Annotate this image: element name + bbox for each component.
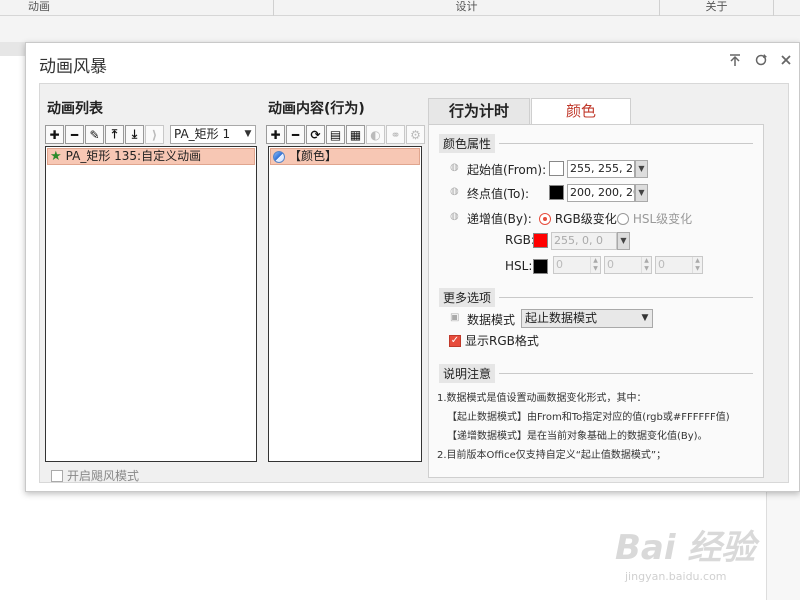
radio-selected [539, 213, 551, 225]
animation-list-toolbar: ✚ ━ ✎ ⤒ ⤓ ⟩ [45, 125, 164, 145]
chevron-down-icon: ▼ [641, 313, 649, 323]
data-mode-icon: ▣ [450, 312, 460, 323]
show-rgb-label: 显示RGB格式 [465, 334, 539, 348]
list-item[interactable]: 【颜色】 [270, 148, 420, 165]
checkbox-checked: ✓ [449, 334, 461, 347]
animation-listbox[interactable]: ★ PA_矩形 135:自定义动画 [45, 146, 257, 462]
list-item-label: PA_矩形 135:自定义动画 [65, 149, 202, 163]
hsl-l-stepper[interactable]: 0 ▲ ▼ [655, 256, 703, 274]
close-icon[interactable] [777, 53, 795, 71]
ribbon-tab-strip: 动画 设计 关于 [0, 0, 800, 16]
note-line-3: 【递增数据模式】是在当前对象基础上的数据变化值(By)。 [447, 431, 708, 442]
shape-select[interactable]: PA_矩形 1 ▼ [170, 125, 256, 144]
ribbon-tab-design[interactable]: 设计 [274, 0, 660, 16]
rgb-mode-radio[interactable]: RGB级变化 [539, 210, 617, 227]
radio-unselected [617, 213, 629, 225]
from-label: 起始值(From): [467, 163, 547, 177]
more-options-title: 更多选项 [439, 288, 496, 307]
dialog-title: 动画风暴 [39, 57, 107, 77]
rgb-label: RGB: [505, 233, 535, 247]
spin-arrows-icon: ▲ ▼ [590, 257, 600, 273]
eye-icon: ◍ [450, 162, 459, 173]
refresh-icon[interactable] [752, 53, 770, 71]
from-value-field[interactable]: 255, 255, 255 [567, 160, 635, 178]
by-label: 递增值(By): [467, 212, 532, 226]
list-item[interactable]: ★ PA_矩形 135:自定义动画 [47, 148, 255, 165]
to-color-swatch[interactable] [549, 185, 564, 200]
hsl-mode-label: HSL级变化 [632, 212, 693, 226]
animation-content-toolbar: ✚ ━ ⟳ ▤ ▦ ◐ ⚭ ⚙ [266, 125, 425, 145]
hurricane-mode-checkbox[interactable]: 开启飓风模式 [51, 467, 139, 484]
spin-arrows-icon: ▲ ▼ [692, 257, 702, 273]
data-mode-select[interactable]: 起止数据模式 ▼ [521, 309, 653, 328]
watermark-logo: Bai 经验 [615, 528, 756, 568]
cycle-icon[interactable]: ⟳ [306, 125, 325, 144]
hsl-s-stepper[interactable]: 0 ▲ ▼ [604, 256, 652, 274]
to-label: 终点值(To): [467, 187, 530, 201]
chevron-down-icon[interactable]: ▼ [635, 160, 648, 178]
half-circle-icon[interactable]: ◐ [366, 125, 385, 144]
chevron-down-icon[interactable]: ▼ [617, 232, 630, 250]
shape-select-value: PA_矩形 1 [174, 127, 231, 141]
data-mode-value: 起止数据模式 [525, 311, 598, 325]
chevron-down-icon: ▼ [244, 129, 252, 139]
tab-timing[interactable]: 行为计时 [428, 98, 530, 125]
tab-color[interactable]: 颜色 [531, 98, 631, 125]
show-rgb-checkbox[interactable]: ✓ 显示RGB格式 [449, 332, 539, 349]
add-icon[interactable]: ✚ [266, 125, 285, 144]
link-icon[interactable]: ⚭ [386, 125, 405, 144]
section-divider [499, 297, 753, 298]
hurricane-mode-label: 开启飓风模式 [67, 469, 140, 483]
move-bottom-icon[interactable]: ⤓ [125, 125, 144, 144]
remove-icon[interactable]: ━ [286, 125, 305, 144]
rgb-mode-label: RGB级变化 [554, 212, 617, 226]
color-circle-icon [273, 150, 285, 163]
ribbon-tab-animation[interactable]: 动画 [24, 0, 274, 16]
animation-content-header: 动画内容(行为) [268, 101, 365, 117]
disabled-icon[interactable]: ⟩ [145, 125, 164, 144]
note-line-2: 【起止数据模式】由From和To指定对应的值(rgb或#FFFFFF值) [447, 412, 730, 423]
chevron-down-icon[interactable]: ▼ [635, 184, 648, 202]
add-icon[interactable]: ✚ [45, 125, 64, 144]
remove-icon[interactable]: ━ [65, 125, 84, 144]
hsl-h-value: 0 [556, 258, 563, 271]
from-color-swatch[interactable] [549, 161, 564, 176]
animation-list-header: 动画列表 [47, 101, 103, 117]
pin-icon[interactable] [726, 53, 744, 71]
data-mode-label: 数据模式 [467, 313, 516, 327]
rgb-value-field[interactable]: 255, 0, 0 [551, 232, 617, 250]
color-settings-panel: 颜色属性 ◍ 起始值(From): 255, 255, 255 ▼ ◍ 终点值(… [428, 124, 764, 478]
eye-icon: ◍ [450, 186, 459, 197]
gear-icon[interactable]: ⚙ [406, 125, 425, 144]
doc-icon[interactable]: ▤ [326, 125, 345, 144]
to-value-field[interactable]: 200, 200, 200 [567, 184, 635, 202]
ribbon-content [0, 16, 800, 42]
spin-arrows-icon: ▲ ▼ [641, 257, 651, 273]
checkbox-box [51, 469, 63, 482]
brush-icon[interactable]: ✎ [85, 125, 104, 144]
hsl-h-stepper[interactable]: 0 ▲ ▼ [553, 256, 601, 274]
note-line-4: 2.目前版本Office仅支持自定义“起止值数据模式”； [437, 450, 667, 461]
section-divider [499, 373, 753, 374]
hsl-label: HSL: [505, 259, 533, 273]
section-divider [499, 143, 753, 144]
move-top-icon[interactable]: ⤒ [105, 125, 124, 144]
hsl-l-value: 0 [658, 258, 665, 271]
ribbon-tab-about[interactable]: 关于 [660, 0, 774, 16]
behavior-listbox[interactable]: 【颜色】 [268, 146, 422, 462]
hsl-s-value: 0 [607, 258, 614, 271]
watermark-url: jingyan.baidu.com [625, 570, 727, 583]
doc2-icon[interactable]: ▦ [346, 125, 365, 144]
hsl-color-swatch[interactable] [533, 259, 548, 274]
list-item-label: 【颜色】 [289, 149, 338, 163]
eye-icon: ◍ [450, 211, 459, 222]
rgb-color-swatch[interactable] [533, 233, 548, 248]
note-line-1: 1.数据模式是值设置动画数据变化形式，其中： [437, 393, 647, 404]
hsl-mode-radio[interactable]: HSL级变化 [617, 210, 692, 227]
star-icon: ★ [50, 149, 62, 164]
color-properties-title: 颜色属性 [439, 134, 496, 153]
notes-title: 说明注意 [439, 364, 496, 383]
